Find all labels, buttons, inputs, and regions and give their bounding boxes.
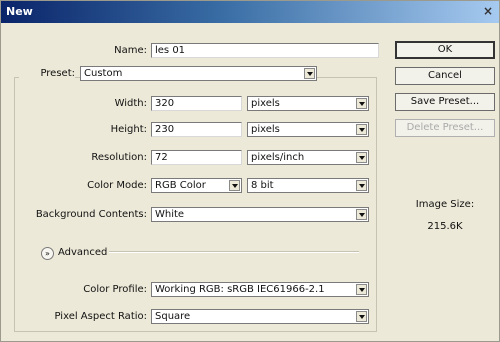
pixel-aspect-ratio-value: Square xyxy=(155,311,191,322)
resolution-unit-value: pixels/inch xyxy=(251,152,305,163)
width-unit-value: pixels xyxy=(251,98,280,109)
chevron-down-icon xyxy=(356,311,367,322)
color-mode-label: Color Mode: xyxy=(87,180,147,191)
chevron-down-icon xyxy=(356,98,367,109)
pixel-aspect-ratio-label: Pixel Aspect Ratio: xyxy=(54,311,148,322)
bit-depth-select[interactable]: 8 bit xyxy=(247,178,369,193)
bit-depth-value: 8 bit xyxy=(251,180,274,191)
pixel-aspect-ratio-select[interactable]: Square xyxy=(151,309,369,324)
chevron-down-icon xyxy=(304,68,315,79)
name-input[interactable]: les 01 xyxy=(151,43,379,58)
chevron-down-icon xyxy=(356,209,367,220)
color-profile-value: Working RGB: sRGB IEC61966-2.1 xyxy=(155,284,325,295)
advanced-toggle-icon[interactable]: » xyxy=(41,247,54,260)
preset-label: Preset: xyxy=(19,67,75,81)
resolution-unit-select[interactable]: pixels/inch xyxy=(247,150,369,165)
resolution-input[interactable]: 72 xyxy=(151,150,242,165)
height-label: Height: xyxy=(110,124,147,135)
save-preset-button[interactable]: Save Preset... xyxy=(395,93,495,111)
name-label: Name: xyxy=(114,45,147,56)
delete-preset-button: Delete Preset... xyxy=(395,119,495,137)
chevron-down-icon xyxy=(229,180,240,191)
resolution-label: Resolution: xyxy=(91,152,147,163)
width-unit-select[interactable]: pixels xyxy=(247,96,369,111)
color-mode-value: RGB Color xyxy=(155,180,206,191)
image-size-label: Image Size: xyxy=(415,199,475,210)
color-profile-label: Color Profile: xyxy=(83,284,147,295)
cancel-button[interactable]: Cancel xyxy=(395,67,495,85)
color-profile-select[interactable]: Working RGB: sRGB IEC61966-2.1 xyxy=(151,282,369,297)
height-unit-value: pixels xyxy=(251,124,280,135)
chevron-down-icon xyxy=(356,284,367,295)
image-size-value: 215.6K xyxy=(427,221,463,232)
preset-select[interactable]: Custom xyxy=(80,66,317,81)
background-contents-select[interactable]: White xyxy=(151,207,369,222)
background-contents-value: White xyxy=(155,209,185,220)
color-mode-select[interactable]: RGB Color xyxy=(151,178,242,193)
close-icon[interactable]: × xyxy=(480,4,496,19)
chevron-down-icon xyxy=(356,152,367,163)
ok-button[interactable]: OK xyxy=(395,41,495,59)
advanced-divider xyxy=(109,251,359,253)
title-bar[interactable]: New × xyxy=(1,1,499,23)
height-unit-select[interactable]: pixels xyxy=(247,122,369,137)
width-input[interactable]: 320 xyxy=(151,96,242,111)
chevron-down-icon xyxy=(356,124,367,135)
height-input[interactable]: 230 xyxy=(151,122,242,137)
chevron-down-icon xyxy=(356,180,367,191)
dialog-title: New xyxy=(6,5,33,18)
preset-value: Custom xyxy=(84,68,123,79)
width-label: Width: xyxy=(114,98,147,109)
new-document-dialog: New × Name: les 01 Preset: Custom Width:… xyxy=(0,0,500,342)
advanced-label: Advanced xyxy=(58,247,108,258)
background-contents-label: Background Contents: xyxy=(35,209,147,220)
